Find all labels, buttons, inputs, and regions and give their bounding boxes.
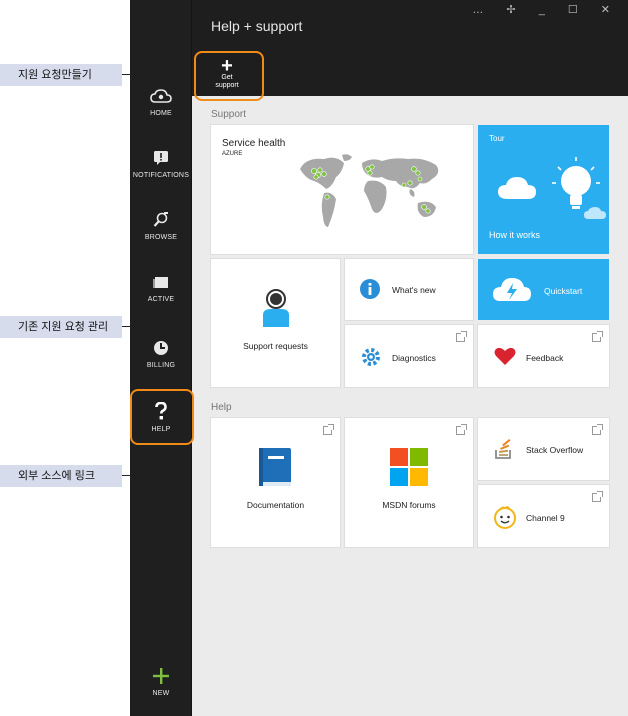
tile-tour[interactable]: Tour How it works: [478, 125, 609, 254]
blade-content: Support Service health AZURE Tour How it…: [192, 96, 628, 716]
external-link-icon: [456, 331, 467, 342]
external-link-icon: [456, 424, 467, 435]
new-label: NEW: [152, 690, 170, 697]
cloud-bolt-icon: [493, 278, 531, 301]
channel9-face-icon: [494, 506, 516, 529]
msdn-forums-label: MSDN forums: [382, 500, 436, 510]
whats-new-label: What's new: [392, 285, 436, 295]
service-health-sub: AZURE: [222, 151, 243, 157]
tile-channel9[interactable]: Channel 9: [478, 485, 609, 547]
page-title: Help + support: [211, 18, 303, 34]
sidebar-item-billing[interactable]: BILLING: [130, 340, 192, 369]
sidebar-item-label: BILLING: [146, 362, 176, 369]
world-map-image: [300, 154, 439, 227]
sidebar-item-label: HOME: [150, 110, 172, 117]
callout-external-links: 외부 소스에 링크: [0, 465, 122, 487]
tile-service-health[interactable]: Service health AZURE: [211, 125, 473, 254]
new-button[interactable]: NEW: [130, 668, 192, 697]
external-link-icon: [592, 424, 603, 435]
sidebar-item-browse[interactable]: BROWSE: [130, 212, 192, 241]
external-link-icon: [592, 331, 603, 342]
stack-overflow-label: Stack Overflow: [526, 445, 584, 455]
highlight-get-support: [194, 51, 264, 101]
tile-feedback[interactable]: Feedback: [478, 325, 609, 387]
documentation-label: Documentation: [246, 500, 305, 510]
info-icon: [360, 279, 380, 299]
person-support-icon: [263, 289, 289, 327]
sidebar-item-active[interactable]: ACTIVE: [130, 276, 192, 303]
tile-msdn-forums[interactable]: MSDN forums: [345, 418, 473, 547]
sidebar-item-notifications[interactable]: NOTIFICATIONS: [130, 150, 192, 179]
sidebar-item-label: ACTIVE: [147, 296, 175, 303]
sidebar-item-label: BROWSE: [144, 234, 178, 241]
book-icon: [259, 448, 291, 486]
tile-stack-overflow[interactable]: Stack Overflow: [478, 418, 609, 480]
billing-icon: [154, 341, 168, 355]
microsoft-logo-icon: [390, 448, 428, 486]
screenshot-stage: 지원 요청만들기 기존 지원 요청 관리 외부 소스에 링크 HOME NOTI…: [0, 0, 628, 716]
sidebar-item-home[interactable]: HOME: [130, 88, 192, 117]
tile-whats-new[interactable]: What's new: [345, 259, 473, 320]
highlight-help: [130, 389, 194, 445]
notification-icon: [154, 151, 168, 165]
sidebar: HOME NOTIFICATIONS BROWSE ACTIVE BILLING…: [130, 0, 192, 716]
lightbulb-icon: [498, 157, 606, 219]
channel9-label: Channel 9: [526, 513, 565, 523]
tile-documentation[interactable]: Documentation: [211, 418, 340, 547]
feedback-label: Feedback: [526, 353, 564, 363]
tile-quickstart[interactable]: Quickstart: [478, 259, 609, 320]
active-icon: [153, 277, 168, 288]
section-help-heading: Help: [211, 402, 232, 413]
diagnostics-label: Diagnostics: [392, 353, 436, 363]
stack-overflow-icon: [495, 439, 511, 459]
callout-manage-requests: 기존 지원 요청 관리: [0, 316, 122, 338]
external-link-icon: [323, 424, 334, 435]
service-health-title: Service health: [222, 138, 286, 149]
cloud-icon: [150, 89, 172, 103]
callout-create-request: 지원 요청만들기: [0, 64, 122, 86]
portal-window: HOME NOTIFICATIONS BROWSE ACTIVE BILLING…: [130, 0, 628, 716]
section-support-heading: Support: [211, 109, 247, 120]
tile-support-requests[interactable]: Support requests: [211, 259, 340, 387]
window-controls[interactable]: … ✢ _ ☐ ✕: [472, 3, 620, 16]
how-it-works-label: How it works: [489, 230, 541, 240]
support-requests-label: Support requests: [243, 341, 308, 351]
sidebar-item-label: NOTIFICATIONS: [132, 172, 190, 179]
quickstart-label: Quickstart: [544, 286, 583, 296]
tile-diagnostics[interactable]: Diagnostics: [345, 325, 473, 387]
diagnostics-gear-icon: [362, 348, 380, 366]
external-link-icon: [592, 491, 603, 502]
help-blade: … ✢ _ ☐ ✕ Help + support + Get support S…: [192, 0, 628, 716]
browse-icon: [153, 212, 168, 227]
heart-icon: [494, 347, 516, 365]
plus-icon: [153, 668, 169, 684]
